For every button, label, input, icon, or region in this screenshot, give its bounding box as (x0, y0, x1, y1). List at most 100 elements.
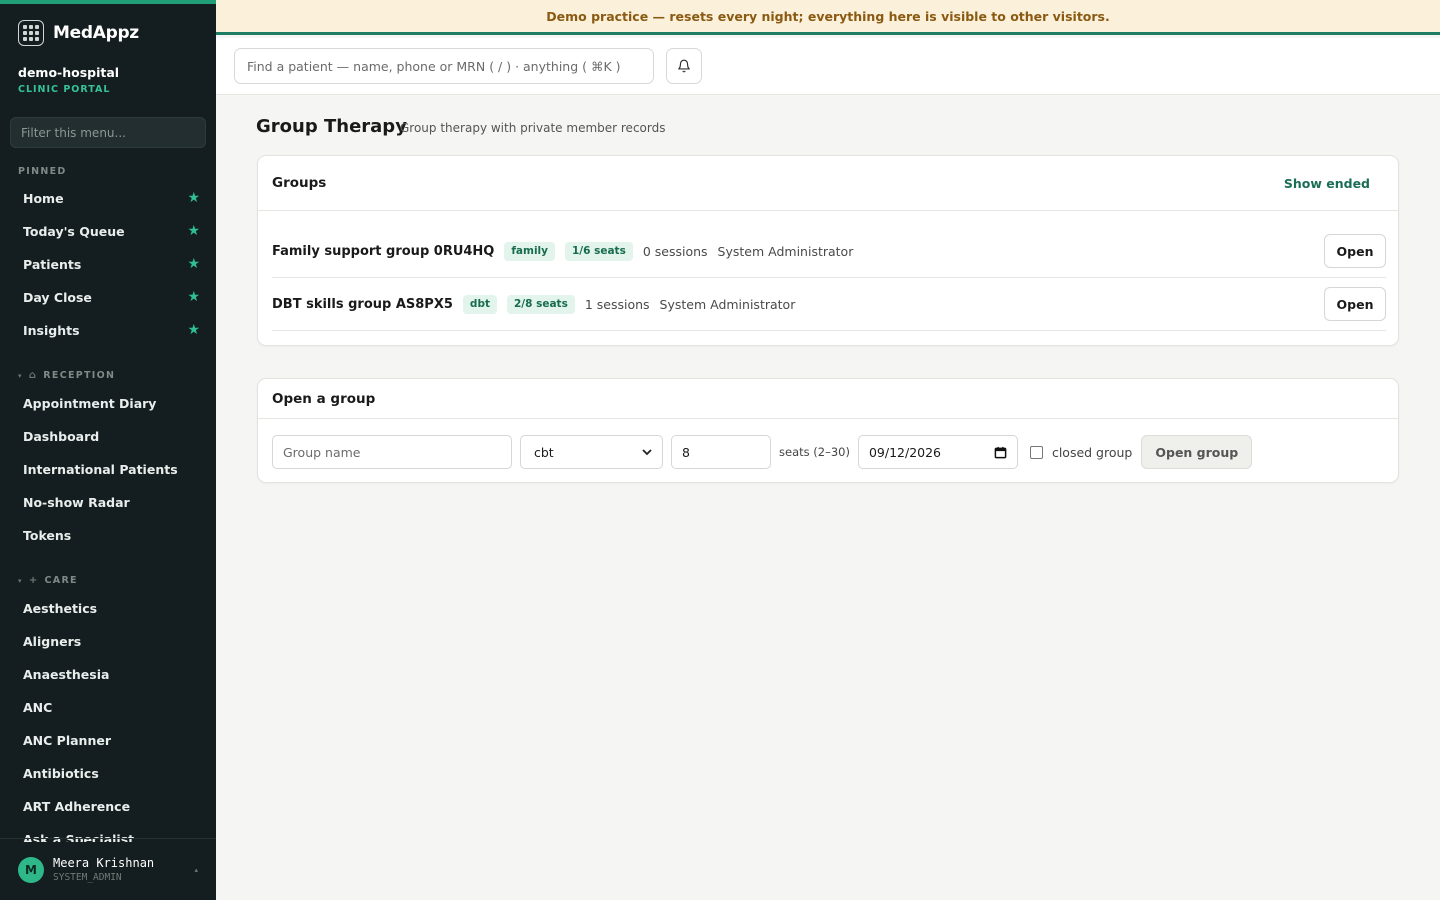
sidebar-item-label: International Patients (23, 461, 178, 477)
grid-logo-icon (18, 20, 44, 46)
seats-value: 8 (682, 444, 690, 460)
page-title: Group Therapy (256, 116, 407, 137)
open-group-card: Open a group cbt 8 seats (2–30) 09/12/20… (257, 378, 1399, 483)
sidebar: MedAppz demo-hospital CLINIC PORTAL PINN… (0, 0, 216, 900)
open-group-row-button[interactable]: Open (1324, 234, 1386, 268)
seats-label: seats (2–30) (779, 445, 850, 459)
page-subtitle: Group therapy with private member record… (400, 121, 666, 135)
open-group-card-title: Open a group (272, 390, 376, 407)
show-ended-link[interactable]: Show ended (1284, 176, 1370, 191)
sidebar-item-label: Today's Queue (23, 223, 125, 239)
group-owner: System Administrator (717, 243, 854, 259)
group-sessions: 0 sessions (642, 243, 708, 259)
group-name: DBT skills group AS8PX5 (272, 296, 453, 312)
bell-icon (678, 59, 690, 73)
star-icon[interactable]: ★ (187, 256, 200, 272)
tenant-name: demo-hospital (18, 65, 120, 80)
sidebar-item-anaesthesia[interactable]: Anaesthesia (10, 659, 206, 689)
caret-down-icon: ▾ (18, 371, 23, 380)
sidebar-item-label: Day Close (23, 289, 92, 305)
groups-card: Groups Show ended Family support group 0… (257, 155, 1399, 346)
user-name: Meera Krishnan (53, 856, 155, 870)
sidebar-item-tokens[interactable]: Tokens (10, 520, 206, 550)
sidebar-item-appointment-diary[interactable]: Appointment Diary (10, 388, 206, 418)
sidebar-item-international-patients[interactable]: International Patients (10, 454, 206, 484)
star-icon[interactable]: ★ (187, 322, 200, 338)
sidebar-item-art-adherence[interactable]: ART Adherence (10, 791, 206, 821)
start-date-value: 09/12/2026 (868, 444, 941, 460)
closed-group-label[interactable]: closed group (1052, 445, 1132, 460)
sidebar-item-label: Antibiotics (23, 765, 99, 781)
sidebar-item-label: Tokens (23, 527, 72, 543)
closed-group-checkbox[interactable] (1029, 445, 1043, 459)
avatar: M (18, 856, 44, 883)
sidebar-item-anc-planner[interactable]: ANC Planner (10, 725, 206, 755)
caret-down-icon: ▾ (18, 576, 23, 585)
groups-card-title: Groups (272, 175, 327, 191)
patient-search-input[interactable] (234, 48, 654, 84)
notifications-button[interactable] (666, 48, 702, 84)
plus-icon: + (28, 575, 39, 586)
open-group-row-button[interactable]: Open (1324, 287, 1386, 321)
open-group-form: cbt 8 seats (2–30) 09/12/2026 closed gro… (272, 435, 1253, 469)
sidebar-item-aesthetics[interactable]: Aesthetics (10, 593, 206, 623)
groups-card-header: Groups Show ended (258, 156, 1398, 211)
user-role: SYSTEM_ADMIN (53, 872, 122, 883)
section-reception-label: RECEPTION (43, 370, 116, 381)
brand[interactable]: MedAppz (18, 20, 139, 46)
group-row: DBT skills group AS8PX5 dbt 2/8 seats 1 … (272, 278, 1386, 331)
start-date-input[interactable]: 09/12/2026 (857, 435, 1018, 469)
sidebar-item-label: Dashboard (23, 428, 100, 444)
sidebar-item-dashboard[interactable]: Dashboard (10, 421, 206, 451)
sidebar-item-home[interactable]: Home ★ (10, 183, 206, 213)
group-name: Family support group 0RU4HQ (272, 243, 495, 259)
sidebar-item-label: No-show Radar (23, 494, 130, 510)
sidebar-item-insights[interactable]: Insights ★ (10, 315, 206, 345)
sidebar-item-label: Aesthetics (23, 600, 98, 616)
topbar (216, 38, 1440, 95)
group-owner: System Administrator (659, 296, 796, 312)
star-icon[interactable]: ★ (187, 223, 200, 239)
star-icon[interactable]: ★ (187, 289, 200, 305)
tenant-subtitle: CLINIC PORTAL (18, 84, 111, 95)
group-name-input[interactable] (272, 435, 512, 469)
sidebar-item-no-show-radar[interactable]: No-show Radar (10, 487, 206, 517)
seats-input[interactable]: 8 (671, 435, 771, 469)
group-seats-badge: 1/6 seats (565, 241, 633, 261)
sidebar-item-label: ANC (23, 699, 53, 715)
sidebar-item-label: Home (23, 190, 64, 206)
group-type-value: cbt (534, 444, 554, 460)
sidebar-item-label: ANC Planner (23, 732, 111, 748)
group-sessions: 1 sessions (584, 296, 650, 312)
section-pinned-label: PINNED (18, 166, 67, 177)
sidebar-item-aligners[interactable]: Aligners (10, 626, 206, 656)
group-seats-badge: 2/8 seats (506, 294, 575, 314)
open-group-card-header: Open a group (258, 379, 1398, 419)
section-reception[interactable]: ▾ ⌂ RECEPTION (18, 370, 115, 381)
group-type-select[interactable]: cbt (520, 435, 663, 469)
sidebar-item-label: Aligners (23, 633, 82, 649)
user-menu[interactable]: M Meera Krishnan SYSTEM_ADMIN ▴ (0, 838, 216, 900)
sidebar-item-label: ART Adherence (23, 798, 131, 814)
calendar-icon[interactable] (994, 446, 1007, 459)
chevron-down-icon (642, 449, 652, 456)
group-type-badge: dbt (462, 294, 497, 314)
sidebar-item-label: Appointment Diary (23, 395, 157, 411)
demo-banner: Demo practice — resets every night; ever… (216, 0, 1440, 35)
star-icon[interactable]: ★ (187, 190, 200, 206)
sidebar-item-day-close[interactable]: Day Close ★ (10, 282, 206, 312)
building-icon: ⌂ (28, 370, 38, 381)
group-type-badge: family (504, 241, 555, 261)
group-row: Family support group 0RU4HQ family 1/6 s… (272, 225, 1386, 278)
sidebar-item-anc[interactable]: ANC (10, 692, 206, 722)
section-care[interactable]: ▾ + CARE (18, 575, 78, 586)
sidebar-item-patients[interactable]: Patients ★ (10, 249, 206, 279)
section-care-label: CARE (44, 575, 78, 586)
menu-filter-input[interactable] (10, 117, 206, 148)
sidebar-menu[interactable]: PINNED Home ★ Today's Queue ★ Patients ★… (0, 154, 216, 842)
caret-up-icon: ▴ (194, 865, 198, 874)
sidebar-item-todays-queue[interactable]: Today's Queue ★ (10, 216, 206, 246)
open-group-submit-button[interactable]: Open group (1141, 435, 1253, 469)
demo-banner-text: Demo practice — resets every night; ever… (546, 8, 1110, 24)
sidebar-item-antibiotics[interactable]: Antibiotics (10, 758, 206, 788)
